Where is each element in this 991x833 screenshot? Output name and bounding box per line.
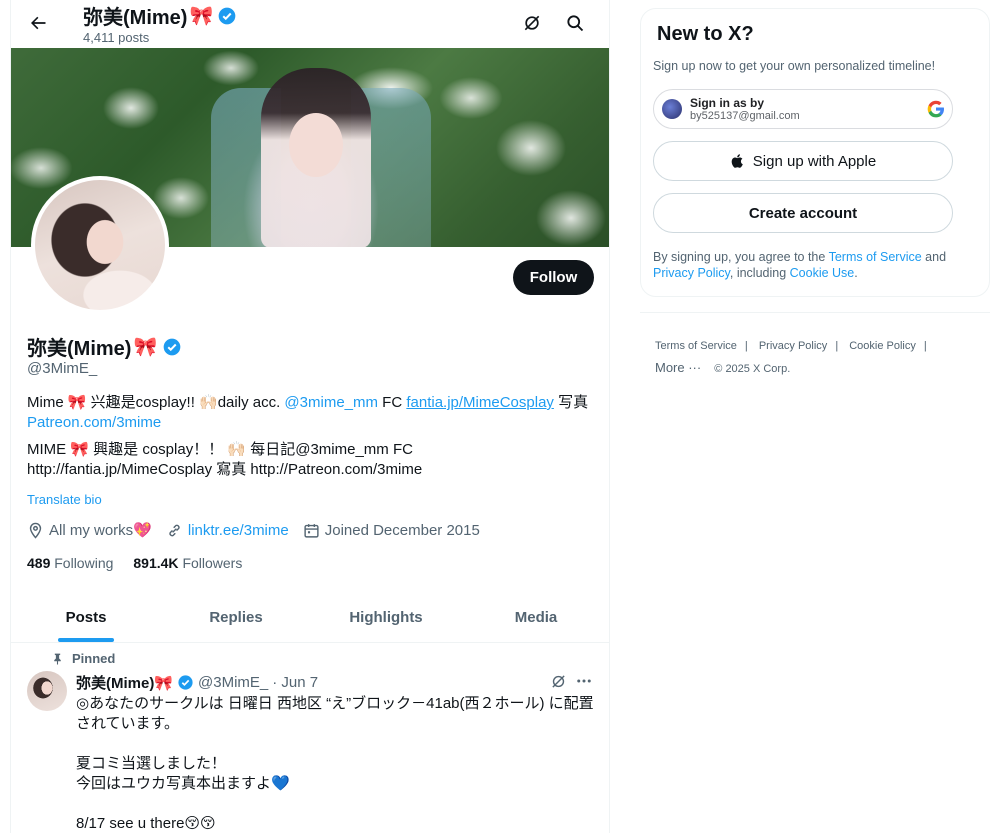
create-account-button[interactable]: Create account	[653, 193, 953, 233]
profile-handle: @3MimE_	[27, 360, 98, 377]
signup-legal-text: By signing up, you agree to the Terms of…	[653, 250, 947, 280]
grok-icon	[551, 674, 565, 688]
verified-badge-icon[interactable]	[162, 337, 182, 357]
tab-posts[interactable]: Posts	[11, 592, 161, 642]
profile-meta-row: All my works💖 linktr.ee/3mime Joined Dec…	[27, 519, 494, 541]
tweet-author-handle[interactable]: @3MimE_	[198, 674, 268, 691]
ribbon-emoji-icon: 🎀	[133, 336, 158, 358]
footer-separator: |	[835, 340, 839, 352]
footer-separator: |	[744, 340, 748, 352]
tweet-author-avatar[interactable]	[27, 671, 67, 711]
signup-subtitle: Sign up now to get your own personalized…	[653, 59, 936, 73]
following-stat[interactable]: 489 Following	[27, 555, 113, 571]
tweet-header: 弥美(Mime)🎀 @3MimE_ · Jun 7	[76, 672, 318, 693]
footer-links: Terms of Service | Privacy Policy | Cookie…	[655, 335, 955, 380]
follow-button[interactable]: Follow	[513, 260, 594, 295]
location-pin-icon	[29, 522, 42, 539]
right-column-divider	[640, 312, 990, 313]
profile-website[interactable]: linktr.ee/3mime	[166, 522, 289, 539]
signup-card: New to X? Sign up now to get your own pe…	[640, 8, 990, 297]
profile-bio: Mime 🎀 兴趣是cosplay!! 🙌🏻daily acc. @3mime_…	[27, 394, 589, 431]
footer-separator: |	[923, 340, 927, 352]
bio-fantia-link[interactable]: fantia.jp/MimeCosplay	[406, 394, 554, 411]
footer-privacy-link[interactable]: Privacy Policy	[759, 340, 827, 352]
profile-bio-translated: MIME 🎀 興趣是 cosplay！！ 🙌🏻 每日記@3mime_mm FC …	[27, 441, 423, 478]
search-button[interactable]	[562, 10, 588, 36]
banner-face	[289, 113, 343, 177]
tab-replies[interactable]: Replies	[161, 592, 311, 642]
google-logo-icon	[927, 100, 944, 118]
privacy-link[interactable]: Privacy Policy	[653, 266, 730, 280]
arrow-left-icon	[31, 16, 46, 30]
link-icon	[169, 524, 180, 536]
tab-media[interactable]: Media	[461, 592, 609, 642]
grok-button[interactable]	[519, 10, 545, 36]
pin-icon	[54, 653, 61, 665]
footer-cookie-link[interactable]: Cookie Policy	[849, 340, 916, 352]
signup-title: New to X?	[657, 23, 754, 45]
profile-column: 弥美(Mime) 🎀 4,411 posts Follow 弥美(Mime) 🎀…	[10, 0, 610, 833]
ribbon-emoji-icon: 🎀	[189, 5, 214, 27]
followers-stat[interactable]: 891.4K Followers	[133, 555, 242, 571]
translate-bio-link[interactable]: Translate bio	[27, 492, 102, 507]
cookie-use-link[interactable]: Cookie Use	[790, 266, 855, 280]
profile-tabs: Posts Replies Highlights Media	[11, 592, 609, 643]
apple-logo-icon	[731, 154, 743, 168]
apple-signup-button[interactable]: Sign up with Apple	[653, 141, 953, 181]
header-display-name: 弥美(Mime) 🎀	[83, 1, 237, 30]
profile-header-bar: 弥美(Mime) 🎀 4,411 posts	[11, 0, 609, 48]
tweet-grok-button[interactable]	[548, 671, 568, 691]
verified-badge-icon	[178, 675, 193, 690]
profile-display-name: 弥美(Mime) 🎀	[27, 332, 182, 361]
profile-avatar[interactable]	[31, 176, 169, 314]
verified-badge-icon	[218, 7, 236, 24]
grok-icon	[524, 15, 540, 31]
footer-terms-link[interactable]: Terms of Service	[655, 340, 737, 352]
bio-patreon-link[interactable]: Patreon.com/3mime	[27, 414, 161, 431]
google-account-avatar	[662, 99, 682, 119]
calendar-icon	[304, 523, 319, 538]
tweet-author-name[interactable]: 弥美(Mime)🎀	[76, 672, 173, 693]
footer-more-link[interactable]: More ···	[655, 360, 701, 375]
tweet-more-button[interactable]	[573, 671, 595, 691]
back-button[interactable]	[25, 10, 51, 36]
pinned-label: Pinned	[51, 651, 115, 666]
bio-mention-link[interactable]: @3mime_mm	[284, 394, 378, 411]
tweet-text: ◎あなたのサークルは 日曜日 西地区 “え”ブロック－41ab(西２ホール) に…	[76, 695, 594, 832]
google-signin-button[interactable]: Sign in as by by525137@gmail.com	[653, 89, 953, 129]
terms-link[interactable]: Terms of Service	[829, 250, 922, 264]
search-icon	[567, 15, 584, 32]
tweet-date[interactable]: · Jun 7	[272, 674, 318, 691]
more-horizontal-icon	[577, 679, 591, 683]
footer-copyright: © 2025 X Corp.	[714, 363, 791, 375]
follow-stats: 489 Following 891.4K Followers	[27, 555, 242, 571]
profile-joined-date: Joined December 2015	[303, 522, 480, 539]
header-post-count: 4,411 posts	[83, 30, 150, 45]
tab-highlights[interactable]: Highlights	[311, 592, 461, 642]
active-tab-indicator	[58, 638, 114, 642]
profile-location: All my works💖	[27, 521, 152, 539]
